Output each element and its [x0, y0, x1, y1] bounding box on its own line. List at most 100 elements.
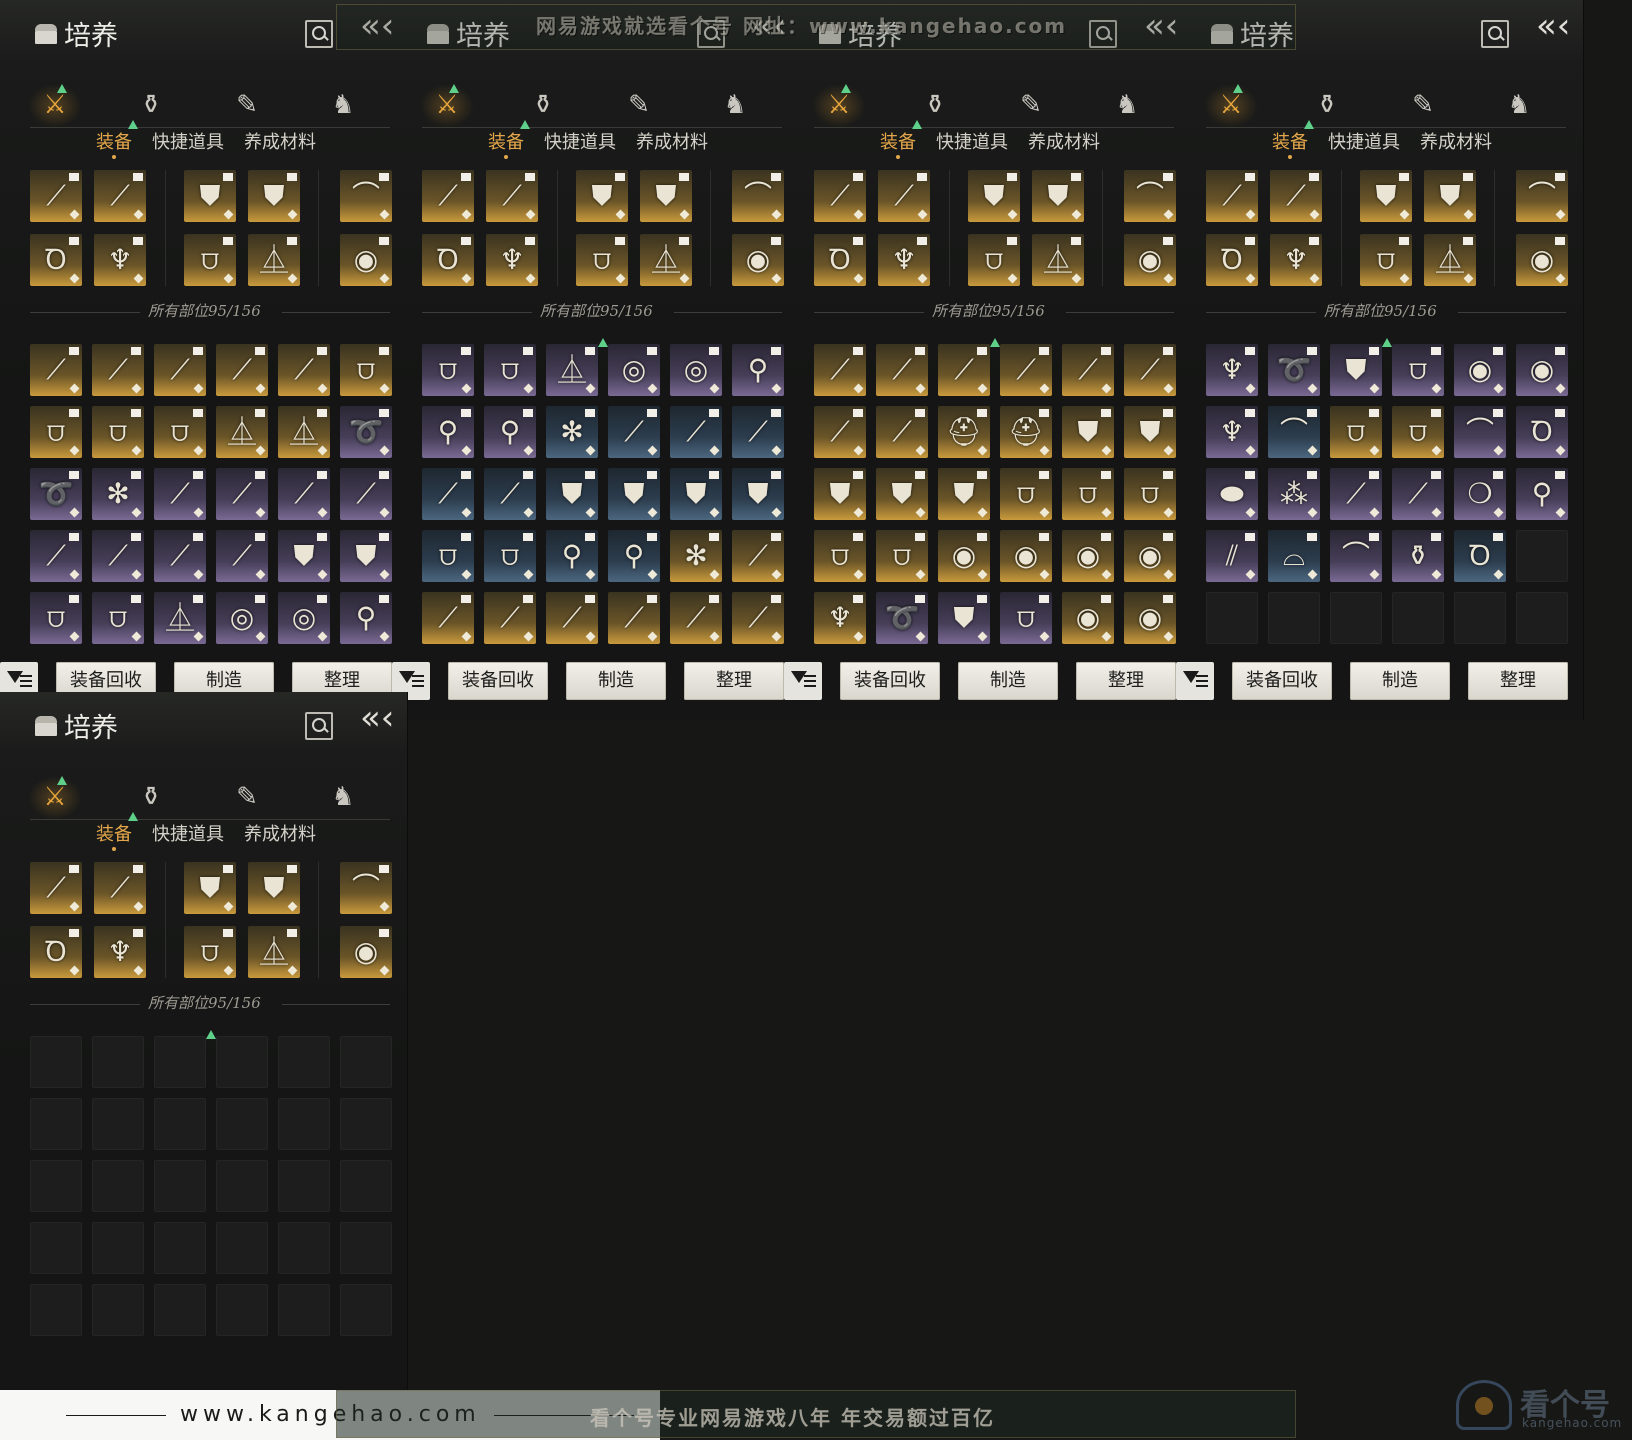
inventory-item[interactable]: ⏅: [278, 406, 330, 458]
equipped-slot[interactable]: ⟋: [486, 170, 538, 222]
inventory-item[interactable]: ⟋: [1124, 344, 1176, 396]
recycle-equipment-button[interactable]: 装备回收: [840, 662, 940, 700]
tab-quick-items[interactable]: 快捷道具: [1328, 128, 1400, 158]
inventory-item[interactable]: ⩌: [1392, 406, 1444, 458]
inventory-item[interactable]: ⩌: [1000, 592, 1052, 644]
inventory-item[interactable]: ⟋: [30, 344, 82, 396]
tab-equipment[interactable]: 装备: [96, 128, 132, 159]
inventory-item[interactable]: ⟋: [732, 530, 784, 582]
equipped-slot[interactable]: ◉: [732, 234, 784, 286]
recycle-equipment-button[interactable]: 装备回收: [448, 662, 548, 700]
scroll-icon[interactable]: ✎: [622, 88, 656, 122]
inventory-item[interactable]: ⟋: [732, 406, 784, 458]
inventory-item[interactable]: ⩌: [484, 344, 536, 396]
inventory-item[interactable]: ◉: [1062, 530, 1114, 582]
inventory-item[interactable]: ⌒: [1268, 406, 1320, 458]
inventory-item[interactable]: ❍: [1454, 468, 1506, 520]
inventory-item[interactable]: ➰: [1268, 344, 1320, 396]
inventory-item[interactable]: ⩌: [876, 530, 928, 582]
inventory-item[interactable]: ⟋: [422, 592, 474, 644]
equipped-slot[interactable]: ⛊: [1360, 170, 1412, 222]
equipped-slot[interactable]: ⌒: [340, 170, 392, 222]
craft-button[interactable]: 制造: [566, 662, 666, 700]
inventory-item[interactable]: ⛊: [546, 468, 598, 520]
inventory-item[interactable]: ⟋: [484, 592, 536, 644]
inventory-item[interactable]: ⩌: [422, 530, 474, 582]
inventory-item[interactable]: ⛊: [1330, 344, 1382, 396]
equipped-slot[interactable]: ⛊: [1424, 170, 1476, 222]
inventory-item[interactable]: ⟋: [216, 530, 268, 582]
inventory-item[interactable]: ⫽: [1206, 530, 1258, 582]
inventory-item[interactable]: ✻: [92, 468, 144, 520]
tab-materials[interactable]: 养成材料: [636, 128, 708, 158]
inventory-item[interactable]: ♆: [814, 592, 866, 644]
equipped-slot[interactable]: ⩌: [576, 234, 628, 286]
pouch-icon[interactable]: ⚱: [134, 780, 168, 814]
inventory-item[interactable]: ◎: [608, 344, 660, 396]
equipped-slot[interactable]: ⏅: [1032, 234, 1084, 286]
inventory-item[interactable]: ⏅: [154, 592, 206, 644]
equipped-slot[interactable]: ⛊: [184, 862, 236, 914]
sort-button[interactable]: 整理: [1468, 662, 1568, 700]
inventory-item[interactable]: ⚲: [484, 406, 536, 458]
inventory-item[interactable]: ⩌: [340, 344, 392, 396]
inventory-item[interactable]: ⛊: [340, 530, 392, 582]
tab-quick-items[interactable]: 快捷道具: [152, 820, 224, 850]
inventory-item[interactable]: ⟋: [1392, 468, 1444, 520]
inventory-item[interactable]: ⩌: [1124, 468, 1176, 520]
equipped-slot[interactable]: ⟋: [94, 862, 146, 914]
tab-materials[interactable]: 养成材料: [1028, 128, 1100, 158]
equipped-slot[interactable]: ♆: [878, 234, 930, 286]
equipped-slot[interactable]: ◉: [340, 926, 392, 978]
tab-equipment[interactable]: 装备: [96, 820, 132, 851]
equipped-slot[interactable]: Ꝺ: [1206, 234, 1258, 286]
inventory-item[interactable]: ♆: [1206, 406, 1258, 458]
inventory-item[interactable]: ⛊: [670, 468, 722, 520]
crossed-swords-icon[interactable]: ⚔: [28, 776, 82, 820]
inventory-item[interactable]: ⩌: [1000, 468, 1052, 520]
inventory-item[interactable]: ◉: [1454, 344, 1506, 396]
inventory-item[interactable]: ⟋: [154, 344, 206, 396]
inventory-item[interactable]: ➰: [340, 406, 392, 458]
equipped-slot[interactable]: ⏅: [640, 234, 692, 286]
inventory-item[interactable]: ◉: [938, 530, 990, 582]
filter-button[interactable]: [1176, 662, 1214, 700]
sort-button[interactable]: 整理: [1076, 662, 1176, 700]
inventory-item[interactable]: ⟋: [92, 530, 144, 582]
equipped-slot[interactable]: ⟋: [422, 170, 474, 222]
filter-button[interactable]: [784, 662, 822, 700]
equipped-slot[interactable]: ◉: [1516, 234, 1568, 286]
inventory-item[interactable]: ⛊: [1062, 406, 1114, 458]
inventory-item[interactable]: ⩌: [484, 530, 536, 582]
inventory-item[interactable]: ⛑: [938, 406, 990, 458]
inventory-item[interactable]: ⟋: [938, 344, 990, 396]
inventory-item[interactable]: ⟋: [422, 468, 474, 520]
equipped-slot[interactable]: ♆: [486, 234, 538, 286]
equipped-slot[interactable]: ⩌: [968, 234, 1020, 286]
inventory-item[interactable]: ⩌: [422, 344, 474, 396]
inventory-item[interactable]: ◉: [1516, 344, 1568, 396]
pouch-icon[interactable]: ⚱: [134, 88, 168, 122]
equipped-slot[interactable]: ⟋: [30, 862, 82, 914]
equipped-slot[interactable]: ⛊: [248, 170, 300, 222]
inventory-item[interactable]: Ꝺ: [1454, 530, 1506, 582]
inventory-item[interactable]: ⩌: [1330, 406, 1382, 458]
inventory-item[interactable]: ⩌: [92, 406, 144, 458]
inventory-item[interactable]: ⌒: [1330, 530, 1382, 582]
tab-materials[interactable]: 养成材料: [244, 128, 316, 158]
inventory-item[interactable]: ⌒: [1454, 406, 1506, 458]
tab-materials[interactable]: 养成材料: [244, 820, 316, 850]
equipped-slot[interactable]: ⩌: [1360, 234, 1412, 286]
equipped-slot[interactable]: ⌒: [732, 170, 784, 222]
craft-button[interactable]: 制造: [1350, 662, 1450, 700]
tab-equipment[interactable]: 装备: [1272, 128, 1308, 159]
inventory-item[interactable]: ➰: [30, 468, 82, 520]
inventory-item[interactable]: ⚱: [1392, 530, 1444, 582]
equipped-slot[interactable]: ⟋: [878, 170, 930, 222]
inventory-item[interactable]: ⬬: [1206, 468, 1258, 520]
inventory-item[interactable]: ⟋: [1330, 468, 1382, 520]
inventory-item[interactable]: ⟋: [216, 344, 268, 396]
scroll-icon[interactable]: ✎: [230, 88, 264, 122]
crossed-swords-icon[interactable]: ⚔: [28, 84, 82, 128]
inventory-item[interactable]: ⚲: [340, 592, 392, 644]
